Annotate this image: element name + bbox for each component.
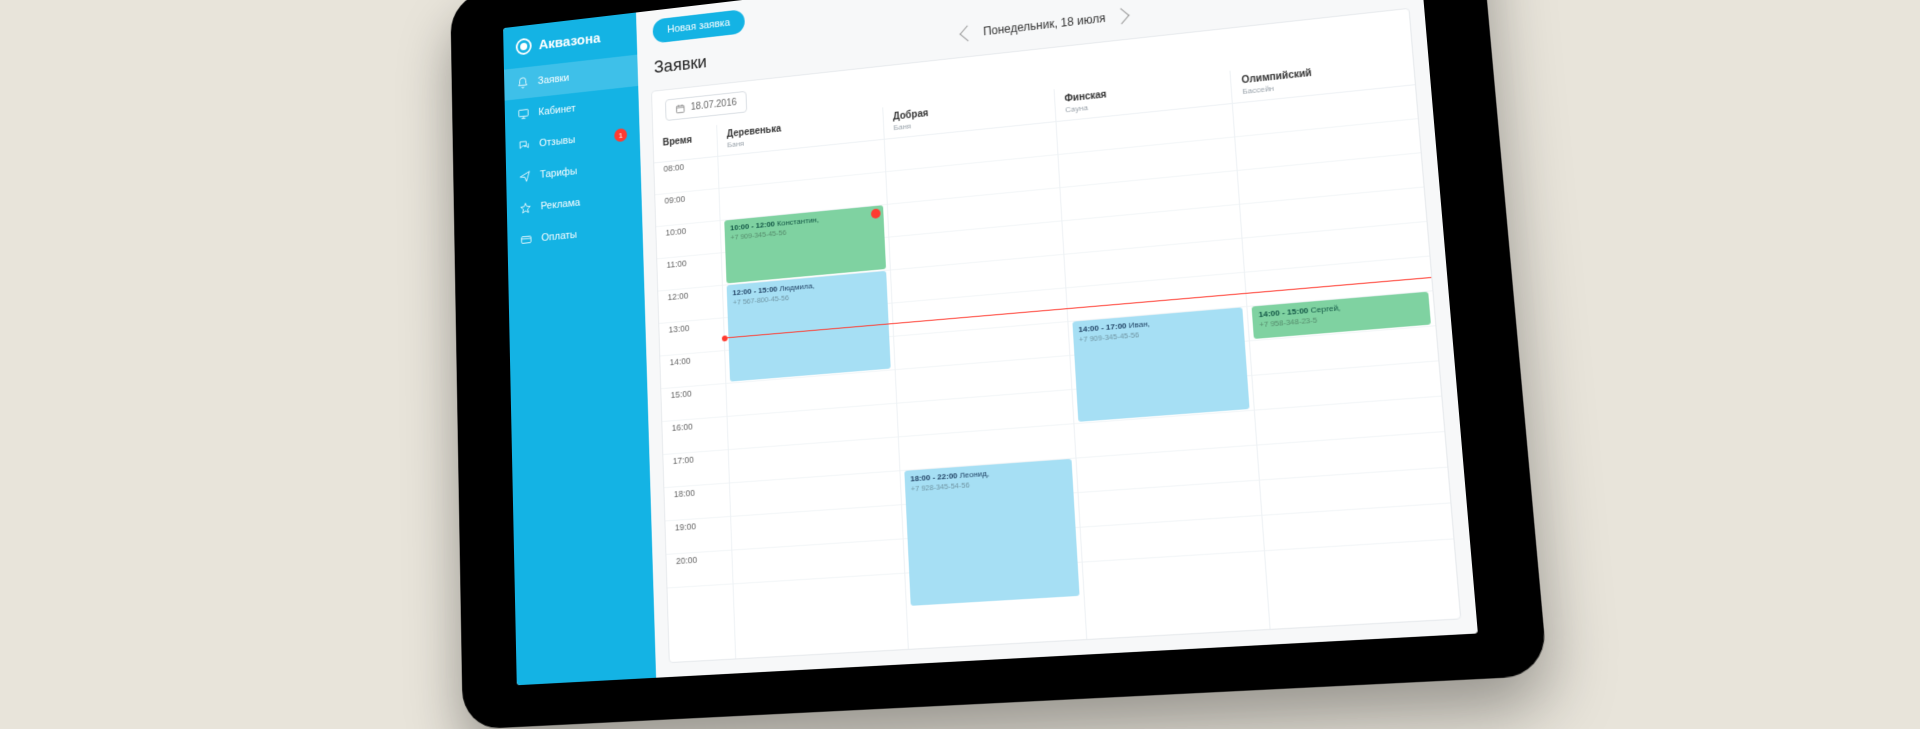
monitor-icon [517, 107, 530, 121]
tablet-frame: Аквазона Заявки Кабинет Отзывы 1 Тарифы Рекла… [450, 0, 1548, 729]
event-phone: +7 928-345-54-56 [911, 474, 1067, 494]
grid-column[interactable]: 14:00 - 15:00 Сергей,+7 958-348-23-5 [1233, 85, 1460, 629]
chevron-right-icon[interactable] [1113, 8, 1130, 24]
sidebar-item-label: Заявки [538, 72, 570, 86]
calendar: 18.07.2016 Время Деревенька Баня Добрая … [651, 8, 1461, 663]
calendar-grid: 10:00 - 12:00 Константин,+7 909-345-45-5… [718, 85, 1460, 658]
calendar-event[interactable]: 14:00 - 17:00 Иван,+7 909-345-45-56 [1072, 307, 1250, 422]
brand-logo-icon [516, 37, 532, 55]
sidebar-item-label: Реклама [541, 197, 581, 212]
date-picker-value: 18.07.2016 [691, 98, 737, 113]
event-title: Леонид, [959, 469, 989, 480]
calendar-event[interactable]: 18:00 - 22:00 Леонид,+7 928-345-54-56 [904, 459, 1079, 606]
send-icon [518, 170, 531, 184]
sidebar: Аквазона Заявки Кабинет Отзывы 1 Тарифы Рекла… [503, 12, 656, 685]
event-phone: +7 958-348-23-5 [1259, 307, 1424, 330]
event-alert-badge [871, 208, 881, 219]
sidebar-item-label: Отзывы [539, 134, 575, 149]
calendar-body: 08:0009:0010:0011:0012:0013:0014:0015:00… [654, 85, 1460, 662]
hour-label: 13:00 [659, 318, 724, 356]
sidebar-badge: 1 [614, 128, 627, 142]
event-phone: +7 909-345-45-56 [1079, 322, 1238, 345]
sidebar-item-label: Кабинет [538, 103, 575, 118]
sidebar-item-label: Оплаты [541, 229, 577, 244]
chat-icon [518, 138, 531, 152]
hour-label: 14:00 [660, 351, 725, 389]
calendar-icon [675, 103, 685, 114]
event-time: 14:00 - 15:00 [1258, 306, 1308, 319]
new-request-button[interactable]: Новая заявка [652, 9, 745, 44]
event-title: Людмила, [779, 281, 814, 293]
date-picker[interactable]: 18.07.2016 [665, 91, 747, 121]
event-time: 18:00 - 22:00 [910, 471, 958, 483]
event-time: 14:00 - 17:00 [1078, 321, 1127, 334]
hour-label: 19:00 [665, 517, 731, 555]
chevron-left-icon[interactable] [960, 25, 976, 41]
hour-label: 18:00 [664, 483, 730, 521]
app-screen: Аквазона Заявки Кабинет Отзывы 1 Тарифы Рекла… [503, 0, 1478, 685]
hour-label: 17:00 [663, 450, 729, 488]
grid-column[interactable]: 18:00 - 22:00 Леонид,+7 928-345-54-56 [884, 122, 1086, 649]
calendar-event[interactable]: 14:00 - 15:00 Сергей,+7 958-348-23-5 [1252, 292, 1431, 339]
main-area: Новая заявка Заявки Понедельник, 18 июля… [636, 0, 1478, 678]
brand-name: Аквазона [539, 30, 601, 53]
grid-column[interactable]: 14:00 - 17:00 Иван,+7 909-345-45-56 [1056, 104, 1271, 639]
grid-column[interactable]: 10:00 - 12:00 Константин,+7 909-345-45-5… [718, 140, 908, 659]
page-title: Заявки [654, 52, 707, 77]
event-title: Иван, [1128, 319, 1150, 330]
sidebar-item-label: Тарифы [540, 166, 577, 181]
bell-icon [516, 76, 529, 90]
hour-label: 20:00 [666, 551, 732, 589]
current-day-label: Понедельник, 18 июля [983, 11, 1106, 38]
event-title: Сергей, [1310, 303, 1341, 315]
card-icon [520, 233, 533, 247]
hour-label: 16:00 [662, 417, 728, 455]
hour-label: 15:00 [661, 384, 726, 422]
star-icon [519, 201, 532, 215]
